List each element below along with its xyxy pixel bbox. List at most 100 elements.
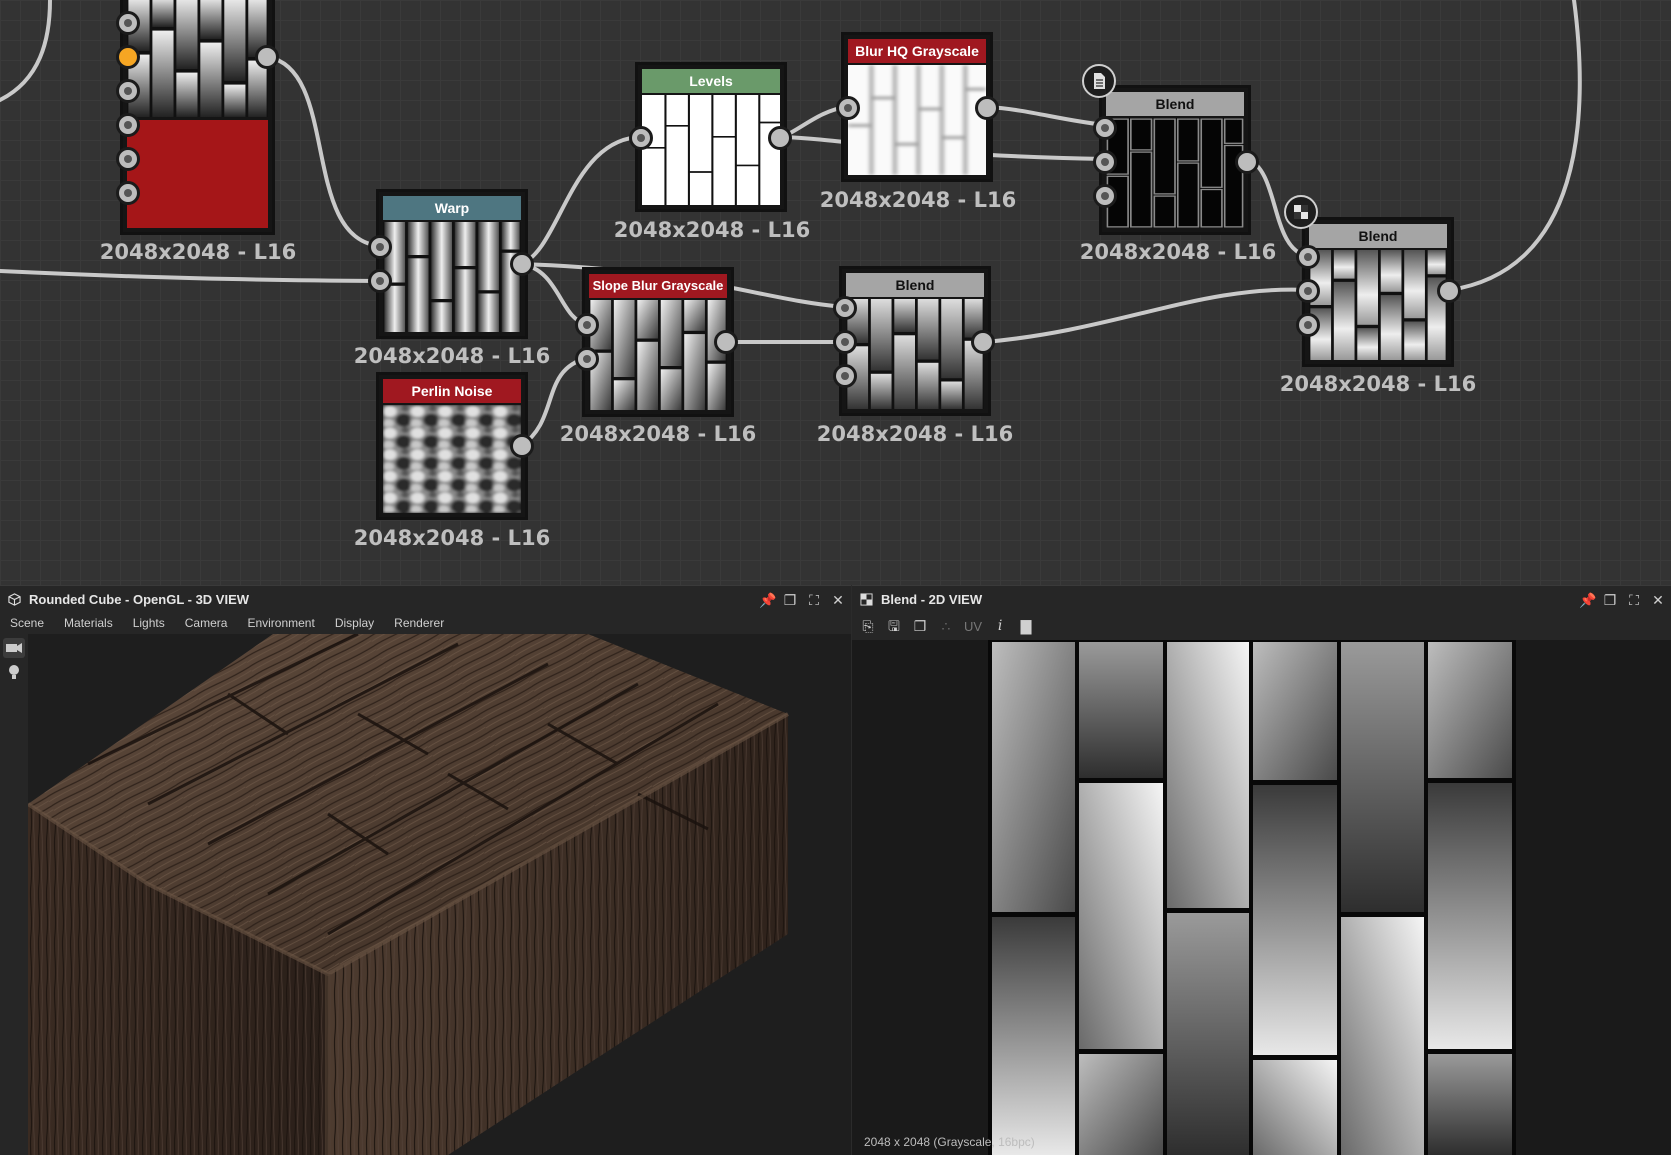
node-resolution-label: 2048x2048 - L16 <box>613 218 811 242</box>
node-resolution-label: 2048x2048 - L16 <box>559 422 757 446</box>
export-icon[interactable]: ⎘ <box>860 618 876 634</box>
perlin-node-title: Perlin Noise <box>383 379 521 403</box>
menu-renderer[interactable]: Renderer <box>384 612 454 634</box>
blend-node[interactable]: Blend <box>1099 85 1251 235</box>
3d-view-menubar: Scene Materials Lights Camera Environmen… <box>0 612 851 634</box>
blend-node-title: Blend <box>1106 92 1244 116</box>
node-resolution-label: 2048x2048 - L16 <box>353 526 551 550</box>
blur-hq-output-port[interactable] <box>975 96 999 120</box>
share-icon: ∴ <box>941 618 951 634</box>
save-icon[interactable]: 🖫 <box>886 618 902 634</box>
warp-node-thumbnail <box>383 222 521 332</box>
output-port[interactable] <box>255 45 279 69</box>
blend-node-title: Blend <box>846 273 984 297</box>
perlin-node-thumbnail <box>383 405 521 513</box>
copy-icon[interactable]: ❐ <box>912 618 928 634</box>
float-icon[interactable]: ❐ <box>783 593 797 607</box>
cube-icon <box>8 593 21 606</box>
blend-input-port[interactable] <box>833 330 857 354</box>
3d-view-panel: Rounded Cube - OpenGL - 3D VIEW 📌 ❐ ⛶ ✕ … <box>0 585 851 1155</box>
blend-input-port[interactable] <box>1093 184 1117 208</box>
blend-input-port[interactable] <box>833 296 857 320</box>
3d-view-sidebar <box>0 634 28 1155</box>
warp-node[interactable]: Warp <box>376 189 528 339</box>
slope-blur-node-title: Slope Blur Grayscale <box>589 274 727 298</box>
slope-blur-input-port[interactable] <box>575 347 599 371</box>
pin-icon[interactable]: 📌 <box>759 593 776 607</box>
menu-scene[interactable]: Scene <box>0 612 54 634</box>
node-resolution-label: 2048x2048 - L16 <box>816 422 1014 446</box>
input-port[interactable] <box>116 11 140 35</box>
pin-icon[interactable]: 📌 <box>1579 593 1596 607</box>
slope-blur-input-port[interactable] <box>575 313 599 337</box>
light-icon[interactable] <box>3 662 25 682</box>
blend-input-port[interactable] <box>1093 150 1117 174</box>
input-port[interactable] <box>116 113 140 137</box>
blur-hq-node[interactable]: Blur HQ Grayscale <box>841 32 993 182</box>
blend-input-port[interactable] <box>1093 116 1117 140</box>
node-graph-canvas[interactable]: 2048x2048 - L16 Warp 2048x2048 - L16 Per… <box>0 0 1671 585</box>
blend-input-port[interactable] <box>1296 279 1320 303</box>
input-port[interactable] <box>116 147 140 171</box>
uv-dropdown[interactable]: UV <box>964 619 982 634</box>
menu-environment[interactable]: Environment <box>237 612 324 634</box>
warp-input-port[interactable] <box>368 269 392 293</box>
slope-blur-output-port[interactable] <box>714 330 738 354</box>
blend-output-port[interactable] <box>1235 150 1259 174</box>
3d-viewport[interactable] <box>28 634 851 1155</box>
tile-generator-node[interactable] <box>120 0 275 235</box>
tile-node-thumbnail <box>127 0 268 117</box>
blend-input-port[interactable] <box>833 364 857 388</box>
blend-output-port[interactable] <box>971 330 995 354</box>
histogram-icon[interactable]: ▇ <box>1018 618 1034 634</box>
2d-view-titlebar: Blend - 2D VIEW 📌 ❐ ⛶ ✕ <box>852 585 1671 613</box>
input-port[interactable] <box>116 181 140 205</box>
blend-input-port[interactable] <box>1296 313 1320 337</box>
camera-icon[interactable] <box>3 638 25 658</box>
levels-input-port[interactable] <box>629 126 653 150</box>
blend-output-port[interactable] <box>1437 279 1461 303</box>
2d-view-toolbar: ⎘ 🖫 ❐ ∴ UV i ▇ <box>852 612 1671 640</box>
2d-view-status: 2048 x 2048 (Grayscale, 16bpc) <box>864 1135 1035 1149</box>
menu-camera[interactable]: Camera <box>175 612 238 634</box>
blend-node-selected[interactable]: Blend <box>1302 217 1454 367</box>
blend-node[interactable]: Blend <box>839 266 991 416</box>
blur-hq-input-port[interactable] <box>836 96 860 120</box>
blend-node-title: Blend <box>1309 224 1447 248</box>
menu-materials[interactable]: Materials <box>54 612 123 634</box>
2d-viewport[interactable]: 2048 x 2048 (Grayscale, 16bpc) <box>852 640 1671 1155</box>
document-icon[interactable] <box>1082 64 1116 98</box>
maximize-icon[interactable]: ⛶ <box>1627 593 1641 607</box>
3d-view-titlebar: Rounded Cube - OpenGL - 3D VIEW 📌 ❐ ⛶ ✕ <box>0 585 851 613</box>
node-resolution-label: 2048x2048 - L16 <box>99 240 297 264</box>
node-resolution-label: 2048x2048 - L16 <box>1279 372 1477 396</box>
menu-lights[interactable]: Lights <box>123 612 175 634</box>
blend-input-port[interactable] <box>1296 245 1320 269</box>
node-resolution-label: 2048x2048 - L16 <box>1079 240 1277 264</box>
warp-output-port[interactable] <box>510 252 534 276</box>
2d-view-title: Blend - 2D VIEW <box>881 592 983 607</box>
close-icon[interactable]: ✕ <box>831 593 845 607</box>
levels-node[interactable]: Levels <box>635 62 787 212</box>
perlin-output-port[interactable] <box>510 434 534 458</box>
perlin-noise-node[interactable]: Perlin Noise <box>376 372 528 520</box>
3d-view-title: Rounded Cube - OpenGL - 3D VIEW <box>29 592 250 607</box>
blend-node-thumbnail <box>1106 118 1244 228</box>
input-port[interactable] <box>116 79 140 103</box>
blend-texture-preview <box>988 640 1516 1155</box>
close-icon[interactable]: ✕ <box>1651 593 1665 607</box>
levels-output-port[interactable] <box>768 126 792 150</box>
float-icon[interactable]: ❐ <box>1603 593 1617 607</box>
input-port-active[interactable] <box>116 45 140 69</box>
menu-display[interactable]: Display <box>325 612 384 634</box>
levels-node-thumbnail <box>642 95 780 205</box>
info-icon[interactable]: i <box>992 618 1008 634</box>
slope-blur-node[interactable]: Slope Blur Grayscale <box>582 267 734 417</box>
rounded-cube-render <box>28 634 851 1155</box>
checker-icon <box>860 593 873 606</box>
maximize-icon[interactable]: ⛶ <box>807 593 821 607</box>
levels-node-title: Levels <box>642 69 780 93</box>
warp-input-port[interactable] <box>368 235 392 259</box>
blur-hq-node-title: Blur HQ Grayscale <box>848 39 986 63</box>
checker-icon[interactable] <box>1284 195 1318 229</box>
